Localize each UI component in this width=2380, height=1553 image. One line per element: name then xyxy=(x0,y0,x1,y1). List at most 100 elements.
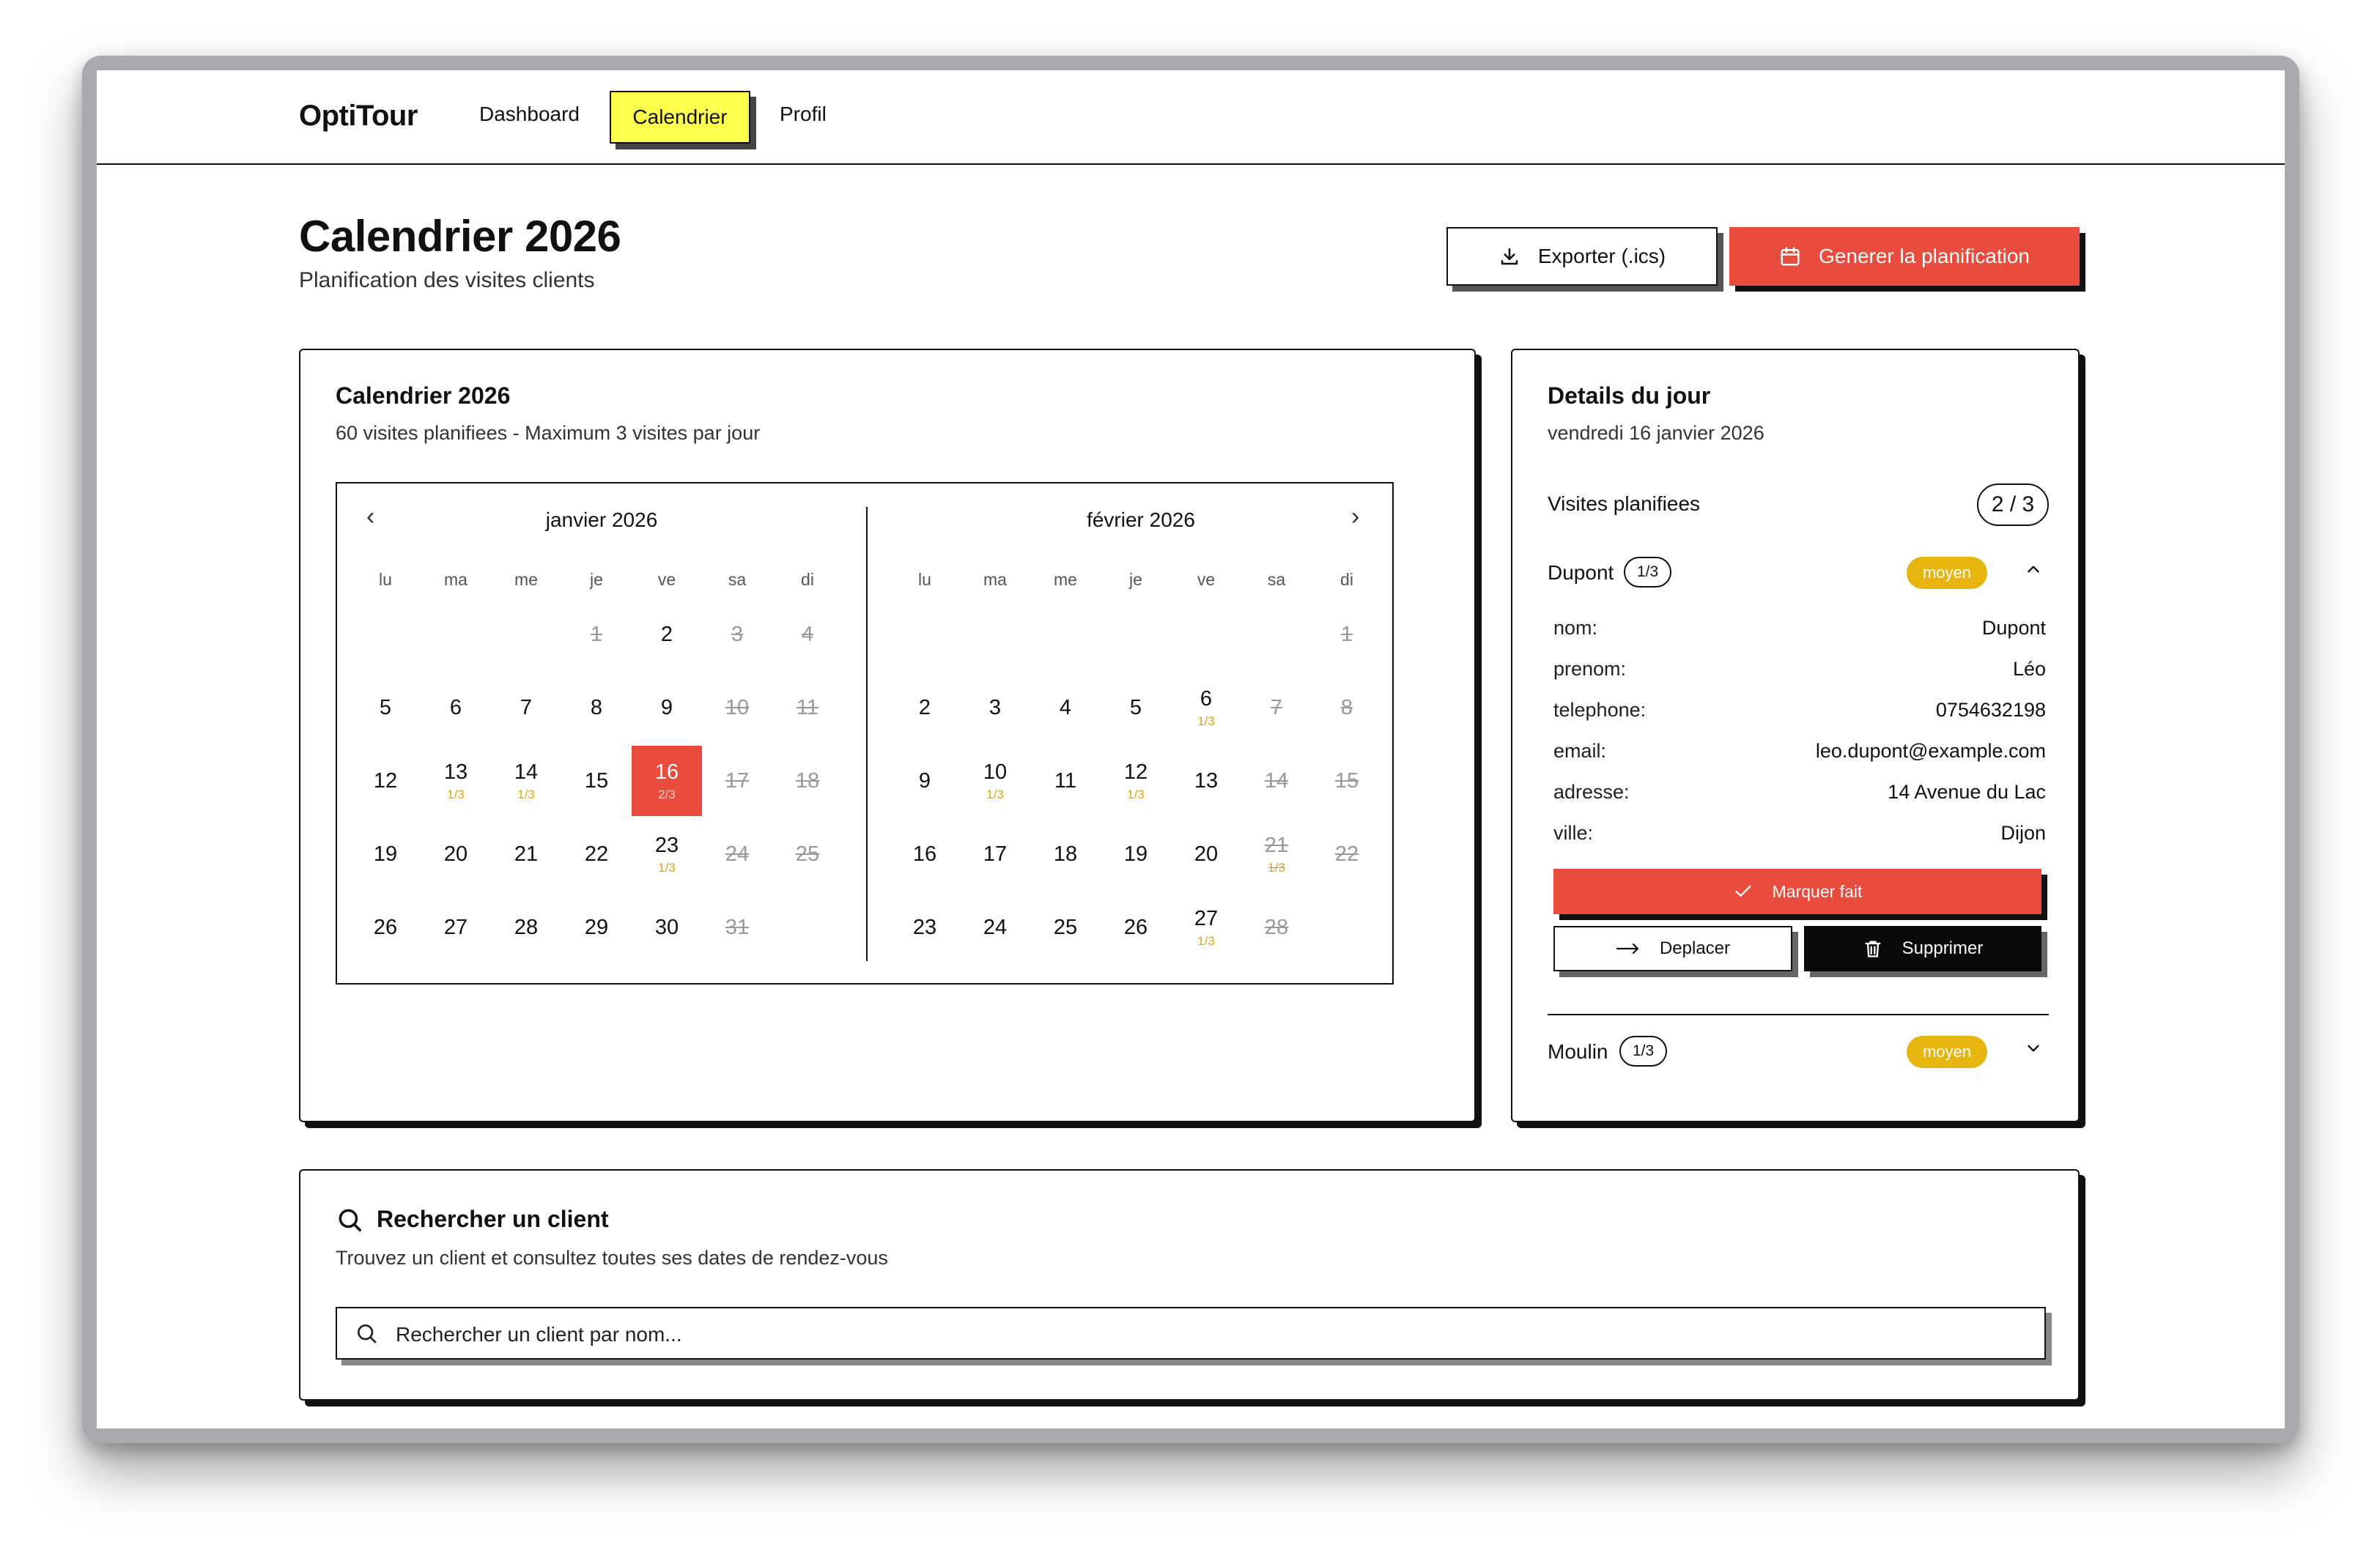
calendar-day: 8 xyxy=(1312,672,1382,743)
calendar-day[interactable]: 6 xyxy=(421,672,491,743)
calendar-day[interactable]: 7 xyxy=(491,672,561,743)
day-number: 12 xyxy=(1123,760,1148,784)
calendar-day[interactable]: 28 xyxy=(491,892,561,963)
chevron-down-icon[interactable] xyxy=(2024,1039,2043,1063)
calendar-day[interactable]: 6 1/3 xyxy=(1171,672,1241,743)
weekday-label: sa xyxy=(1267,570,1286,589)
field-prenom: prenom: Léo xyxy=(1553,658,2046,680)
calendar-day[interactable]: 15 xyxy=(561,746,632,816)
day-number: 3 xyxy=(731,622,744,646)
day-load: 1/3 xyxy=(658,860,676,875)
day-number: 13 xyxy=(443,760,468,784)
chevron-up-icon[interactable] xyxy=(2024,560,2043,584)
calendar-day[interactable]: 13 xyxy=(1171,746,1241,816)
chevron-right-icon[interactable]: › xyxy=(1351,503,1359,531)
weekday-label: ma xyxy=(983,570,1007,589)
calendar-day-selected[interactable]: 16 2/3 xyxy=(632,746,702,816)
calendar-day[interactable]: 27 xyxy=(421,892,491,963)
day-number: 21 xyxy=(1264,833,1289,857)
calendar-day[interactable]: 8 xyxy=(561,672,632,743)
mark-done-label: Marquer fait xyxy=(1772,881,1863,901)
calendar-day[interactable]: 21 xyxy=(491,819,561,889)
calendar-day[interactable]: 17 xyxy=(960,819,1030,889)
calendar-day[interactable]: 4 xyxy=(1030,672,1101,743)
search-card-subtitle: Trouvez un client et consultez toutes se… xyxy=(336,1247,888,1269)
calendar-day[interactable]: 3 xyxy=(960,672,1030,743)
weekday-label: lu xyxy=(379,570,392,589)
calendar-day[interactable]: 12 xyxy=(350,746,421,816)
day-number: 24 xyxy=(983,915,1008,939)
day-load: 1/3 xyxy=(986,787,1004,801)
month-title: février 2026 xyxy=(1087,508,1195,531)
month-divider xyxy=(866,507,868,961)
calendar-day[interactable]: 9 xyxy=(632,672,702,743)
search-input[interactable]: Rechercher un client par nom... xyxy=(336,1307,2046,1360)
calendar-day[interactable]: 11 xyxy=(1030,746,1101,816)
day-number: 19 xyxy=(373,842,398,866)
nav-dashboard[interactable]: Dashboard xyxy=(479,103,580,126)
calendar-day[interactable]: 16 xyxy=(890,819,960,889)
calendar-day[interactable]: 9 xyxy=(890,746,960,816)
weekday-label: je xyxy=(590,570,603,589)
calendar-day: 1 xyxy=(561,599,632,670)
export-button[interactable]: Exporter (.ics) xyxy=(1446,227,1718,286)
calendar-day[interactable]: 12 1/3 xyxy=(1101,746,1171,816)
day-number: 10 xyxy=(725,695,750,719)
calendar-day[interactable]: 22 xyxy=(561,819,632,889)
client-search-card: Rechercher un client Trouvez un client e… xyxy=(299,1169,2080,1401)
calendar-day[interactable]: 14 1/3 xyxy=(491,746,561,816)
day-number: 14 xyxy=(514,760,539,784)
calendar-day: 1 xyxy=(1312,599,1382,670)
weekday-label: lu xyxy=(918,570,931,589)
calendar-day[interactable]: 30 xyxy=(632,892,702,963)
calendar-day[interactable]: 27 1/3 xyxy=(1171,892,1241,963)
calendar-day[interactable]: 23 1/3 xyxy=(632,819,702,889)
delete-button[interactable]: Supprimer xyxy=(1804,926,2041,971)
calendar-day: 31 xyxy=(702,892,772,963)
calendar-day[interactable]: 18 xyxy=(1030,819,1101,889)
client-visit-badge: 1/3 xyxy=(1619,1036,1668,1067)
calendar-day[interactable]: 26 xyxy=(1101,892,1171,963)
nav-calendrier[interactable]: Calendrier xyxy=(610,91,750,144)
calendar-day[interactable]: 29 xyxy=(561,892,632,963)
calendar-day[interactable]: 26 xyxy=(350,892,421,963)
mark-done-button[interactable]: Marquer fait xyxy=(1553,869,2041,914)
app-window: OptiTour Dashboard Calendrier Profil Cal… xyxy=(82,56,2299,1443)
calendar-day[interactable]: 2 xyxy=(632,599,702,670)
day-number: 26 xyxy=(373,915,398,939)
day-load: 1/3 xyxy=(1127,787,1145,801)
calendar-day[interactable]: 24 xyxy=(960,892,1030,963)
calendar-day: 25 xyxy=(772,819,843,889)
calendar-day[interactable]: 10 1/3 xyxy=(960,746,1030,816)
day-number: 22 xyxy=(584,842,609,866)
client-name: Moulin xyxy=(1548,1040,1608,1063)
weekday-label: di xyxy=(1340,570,1353,589)
nav-profil[interactable]: Profil xyxy=(780,103,827,126)
calendar-day[interactable]: 2 xyxy=(890,672,960,743)
client-row-moulin[interactable]: Moulin 1/3 moyen xyxy=(1548,1034,2049,1071)
app-logo[interactable]: OptiTour xyxy=(299,100,418,133)
field-ville: ville: Dijon xyxy=(1553,822,2046,844)
day-number: 14 xyxy=(1264,768,1289,793)
calendar-day[interactable]: 5 xyxy=(1101,672,1171,743)
day-number: 17 xyxy=(983,842,1008,866)
chevron-left-icon[interactable]: ‹ xyxy=(366,503,374,531)
calendar-day[interactable]: 5 xyxy=(350,672,421,743)
calendar-day[interactable]: 19 xyxy=(350,819,421,889)
calendar-day[interactable]: 20 xyxy=(421,819,491,889)
day-number: 7 xyxy=(520,695,533,719)
day-number: 6 xyxy=(449,695,462,719)
calendar-day[interactable]: 19 xyxy=(1101,819,1171,889)
calendar-day[interactable]: 13 1/3 xyxy=(421,746,491,816)
calendar-day[interactable]: 23 xyxy=(890,892,960,963)
move-button[interactable]: Deplacer xyxy=(1553,926,1792,971)
client-row-dupont[interactable]: Dupont 1/3 moyen xyxy=(1548,555,2049,592)
day-number: 31 xyxy=(725,915,750,939)
day-number: 13 xyxy=(1194,768,1219,793)
calendar-day[interactable]: 25 xyxy=(1030,892,1101,963)
generate-button[interactable]: Generer la planification xyxy=(1729,227,2080,286)
day-number: 16 xyxy=(912,842,937,866)
day-number: 23 xyxy=(912,915,937,939)
weekday-label: sa xyxy=(728,570,747,589)
calendar-day[interactable]: 20 xyxy=(1171,819,1241,889)
